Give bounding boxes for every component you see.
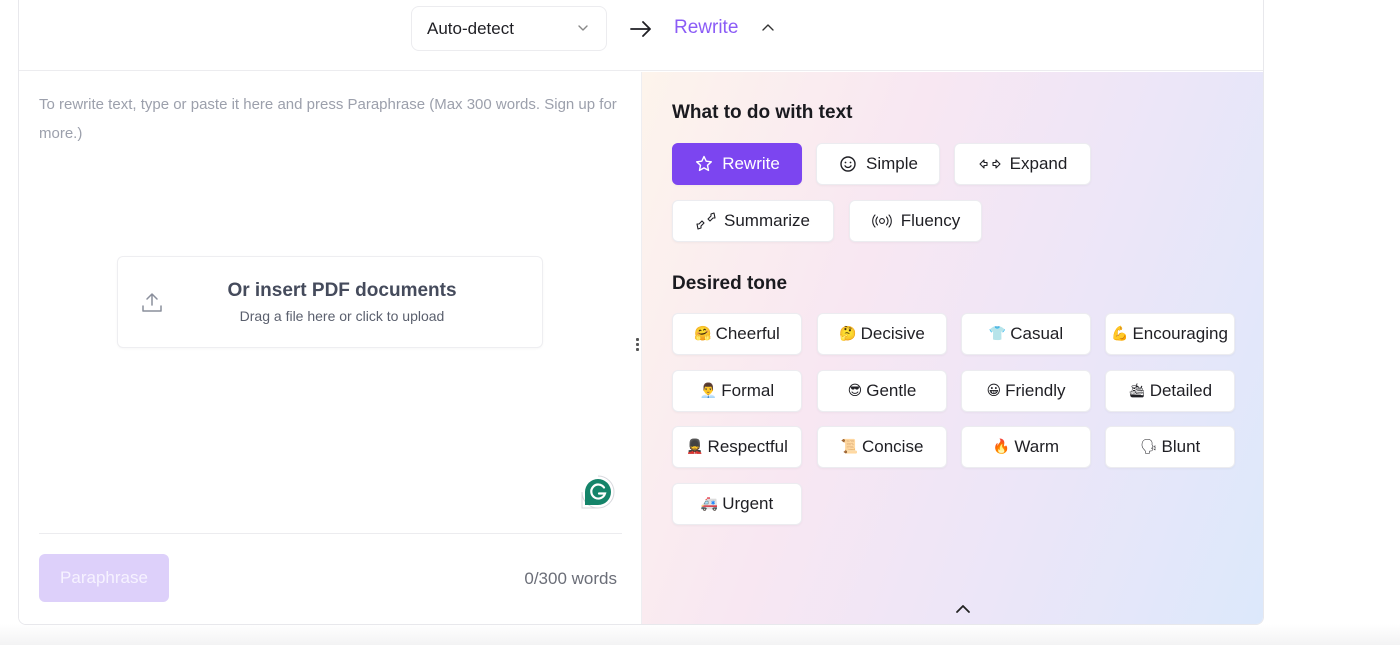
tone-blunt-button[interactable]: 🗣 Blunt	[1105, 426, 1235, 468]
tone-label: Formal	[721, 381, 775, 400]
tone-emoji: 👨‍💼	[699, 383, 718, 399]
action-rewrite-button[interactable]: Rewrite	[672, 143, 802, 185]
divider	[39, 533, 622, 534]
action-label: Summarize	[724, 211, 810, 230]
tone-emoji: 🛳	[1127, 383, 1146, 399]
action-fluency-button[interactable]: Fluency	[849, 200, 982, 242]
word-count: 0/300 words	[524, 569, 617, 588]
tone-emoji: 🔥	[992, 439, 1011, 455]
tone-label: Blunt	[1161, 437, 1201, 456]
source-language-value: Auto-detect	[427, 18, 514, 38]
tone-label: Encouraging	[1132, 324, 1228, 343]
grammarly-icon[interactable]	[580, 474, 616, 510]
source-language-select[interactable]: Auto-detect	[411, 6, 607, 51]
action-expand-button[interactable]: Expand	[954, 143, 1091, 185]
tone-emoji: 🤗	[694, 326, 712, 342]
chevron-down-icon	[578, 25, 588, 31]
action-label: Simple	[866, 154, 918, 173]
tone-emoji: 📜	[840, 439, 858, 455]
tone-respectful-button[interactable]: 💂 Respectful	[672, 426, 802, 468]
tone-decisive-button[interactable]: 🤔 Decisive	[817, 313, 947, 355]
action-label: Rewrite	[722, 154, 780, 173]
tone-friendly-button[interactable]: 😀 Friendly	[961, 370, 1091, 412]
pdf-upload-dropzone[interactable]: Or insert PDF documents Drag a file here…	[117, 256, 543, 348]
tone-formal-button[interactable]: 👨‍💼 Formal	[672, 370, 802, 412]
tone-title: Desired tone	[672, 273, 788, 294]
tone-label: Warm	[1014, 437, 1060, 456]
paraphrase-button[interactable]: Paraphrase	[39, 554, 169, 602]
text-input[interactable]: To rewrite text, type or paste it here a…	[39, 90, 619, 148]
input-pane: To rewrite text, type or paste it here a…	[19, 72, 641, 624]
tone-label: Detailed	[1149, 381, 1213, 400]
tone-label: Cheerful	[715, 324, 780, 343]
tone-detailed-button[interactable]: 🛳 Detailed	[1105, 370, 1235, 412]
tone-emoji: 🗣	[1139, 439, 1158, 455]
tone-label: Friendly	[1005, 381, 1066, 400]
action-summarize-button[interactable]: Summarize	[672, 200, 834, 242]
broadcast-icon	[871, 214, 892, 228]
upload-subtitle: Drag a file here or click to upload	[239, 308, 445, 324]
tone-label: Gentle	[866, 381, 917, 400]
tone-emoji: 😎	[847, 383, 863, 399]
chevron-up-icon[interactable]	[760, 20, 776, 36]
tone-label: Concise	[862, 437, 924, 456]
tone-cheerful-button[interactable]: 🤗 Cheerful	[672, 313, 802, 355]
options-pane: What to do with text Rewrite Simple Expa…	[641, 72, 1263, 624]
tone-label: Casual	[1010, 324, 1064, 343]
page-footer-strip	[0, 624, 1400, 645]
tone-gentle-button[interactable]: 😎 Gentle	[817, 370, 947, 412]
chevron-up-icon[interactable]	[954, 602, 972, 616]
star-icon	[696, 155, 713, 172]
tone-urgent-button[interactable]: 🚑 Urgent	[672, 483, 802, 525]
tone-label: Urgent	[722, 494, 774, 513]
collapse-arrows-icon	[696, 212, 716, 230]
expand-arrows-icon	[979, 159, 1001, 169]
tone-warm-button[interactable]: 🔥 Warm	[961, 426, 1091, 468]
tone-emoji: 💪	[1111, 326, 1129, 342]
tone-emoji: 🤔	[839, 326, 857, 342]
paraphraser-card: Auto-detect Rewrite To rewrite text, typ…	[18, 0, 1264, 625]
tone-emoji: 💂	[686, 439, 704, 455]
action-simple-button[interactable]: Simple	[816, 143, 940, 185]
tone-encouraging-button[interactable]: 💪 Encouraging	[1105, 313, 1235, 355]
tone-casual-button[interactable]: 👕 Casual	[961, 313, 1091, 355]
pane-resize-handle[interactable]	[633, 336, 641, 352]
tone-concise-button[interactable]: 📜 Concise	[817, 426, 947, 468]
actions-title: What to do with text	[672, 102, 853, 123]
arrow-right-icon	[630, 21, 651, 37]
action-label: Expand	[1009, 154, 1068, 173]
tone-label: Decisive	[860, 324, 925, 343]
tone-emoji: 😀	[986, 383, 1002, 399]
upload-title: Or insert PDF documents	[227, 280, 457, 301]
toolbar: Auto-detect Rewrite	[19, 0, 1263, 71]
action-label: Fluency	[900, 211, 961, 230]
smiley-icon	[840, 156, 856, 172]
tone-emoji: 👕	[988, 326, 1007, 342]
tone-emoji: 🚑	[700, 496, 719, 512]
tone-label: Respectful	[707, 437, 788, 456]
mode-selector[interactable]: Rewrite	[674, 17, 738, 39]
